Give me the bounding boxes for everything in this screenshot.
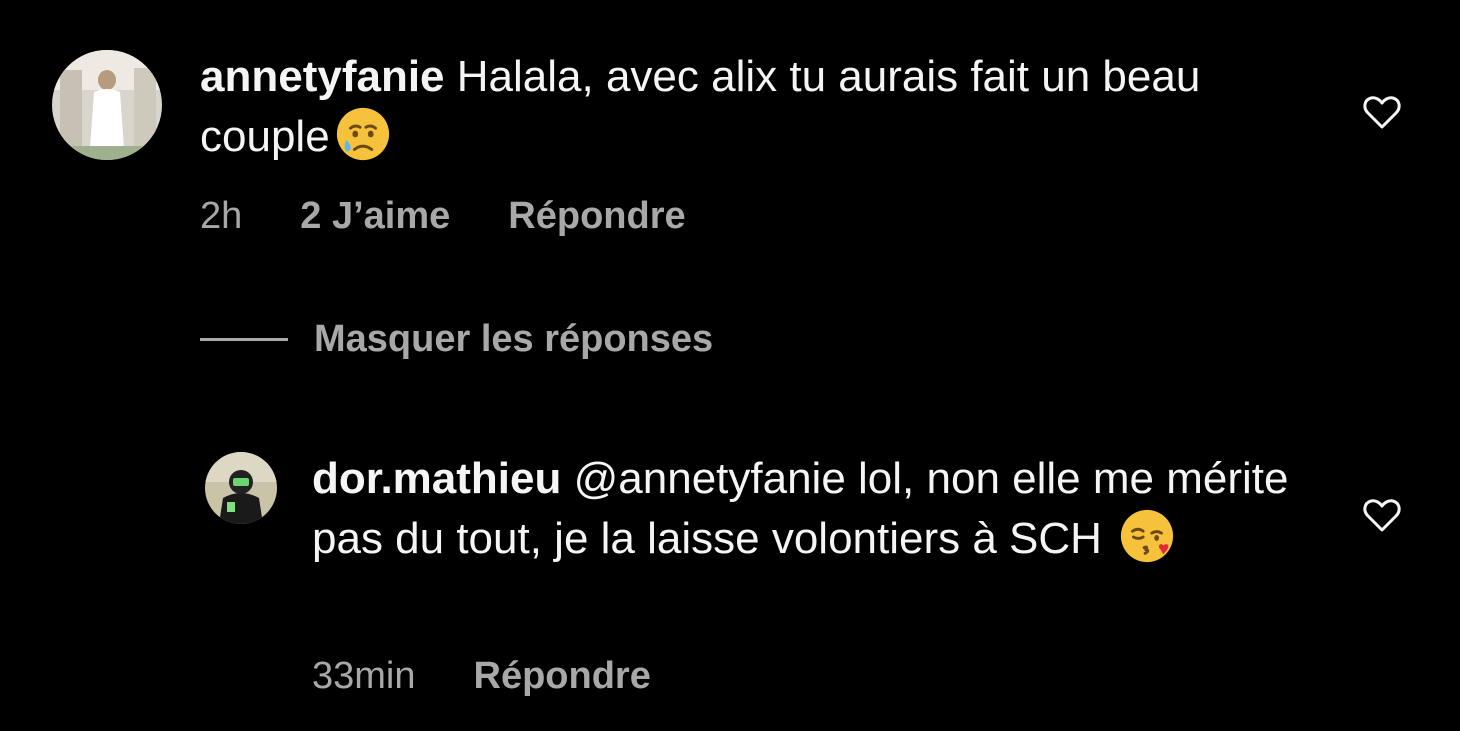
- reply-reply-button[interactable]: Répondre: [474, 655, 651, 697]
- reply-username[interactable]: dor.mathieu: [312, 454, 561, 503]
- comments-screen: annetyfanie Halala, avec alix tu aurais …: [0, 0, 1460, 731]
- replies-divider-line: [200, 338, 288, 341]
- comment-meta: 2h 2 J’aime Répondre: [200, 195, 744, 238]
- like-comment-heart-icon[interactable]: [1362, 94, 1402, 130]
- reply-mention[interactable]: @annetyfanie: [574, 454, 846, 503]
- crying-face-emoji: [334, 105, 392, 163]
- comment-likes-count[interactable]: 2 J’aime: [300, 195, 450, 237]
- hide-replies-label: Masquer les réponses: [314, 318, 714, 360]
- face-blowing-kiss-emoji: [1118, 507, 1176, 565]
- reply-meta: 33min Répondre: [312, 655, 709, 698]
- comment-body: annetyfanie Halala, avec alix tu aurais …: [200, 48, 1320, 165]
- avatar-annetyfanie[interactable]: [52, 50, 162, 160]
- comment-time: 2h: [200, 195, 243, 237]
- avatar-dor-mathieu[interactable]: [205, 452, 277, 524]
- like-reply-heart-icon[interactable]: [1362, 497, 1402, 533]
- hide-replies-toggle[interactable]: Masquer les réponses: [200, 318, 713, 361]
- comment-username[interactable]: annetyfanie: [200, 52, 445, 101]
- reply-button[interactable]: Répondre: [508, 195, 685, 237]
- reply-body: dor.mathieu @annetyfanie lol, non elle m…: [312, 450, 1312, 567]
- reply-time: 33min: [312, 655, 416, 697]
